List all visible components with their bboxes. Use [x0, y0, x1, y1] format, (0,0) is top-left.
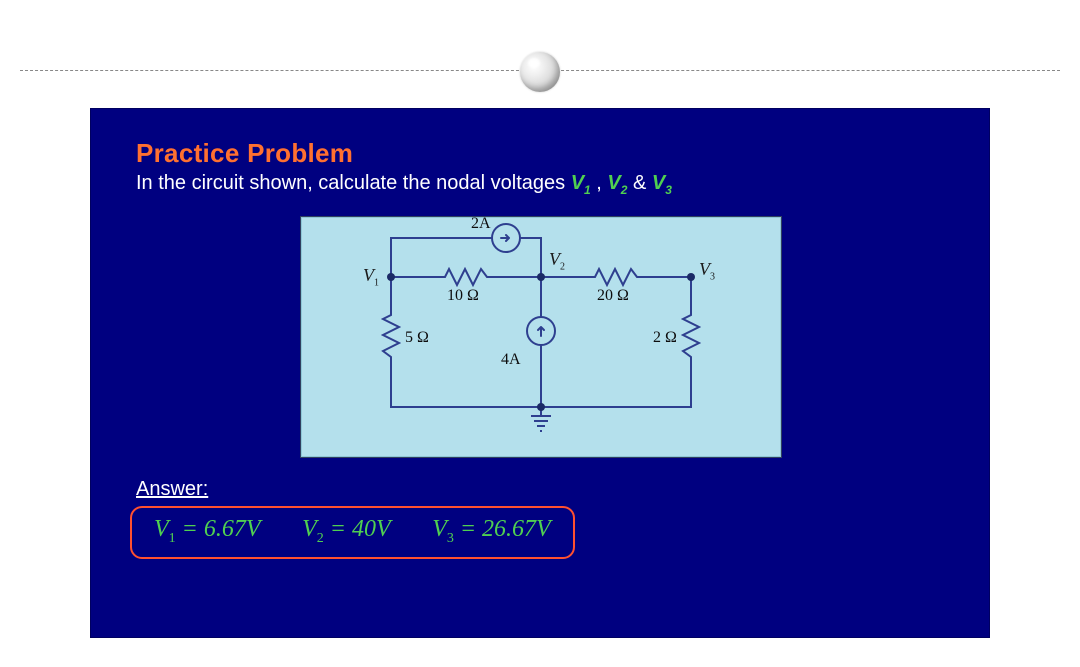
answer-heading: Answer:	[136, 478, 208, 501]
current-source-4a-icon	[526, 316, 556, 346]
prompt-v3: V	[652, 172, 665, 194]
resistor-5ohm-icon	[381, 309, 401, 368]
answer-v3: V3 = 26.67V	[432, 516, 551, 542]
resistor-2ohm-icon	[681, 309, 701, 368]
answer-box: V1 = 6.67V V2 = 40V V3 = 26.67V	[130, 506, 575, 559]
prompt-v1: V	[571, 172, 584, 194]
node-v3-label: V3	[699, 259, 715, 283]
slide-card: Practice Problem In the circuit shown, c…	[90, 108, 990, 638]
prompt-amp: &	[627, 172, 651, 194]
label-2ohm: 2 Ω	[653, 329, 677, 347]
label-20ohm: 20 Ω	[597, 287, 629, 305]
node-v3-dot	[687, 273, 695, 281]
label-4a: 4A	[501, 351, 521, 369]
prompt-v1-sub: 1	[584, 183, 591, 197]
prompt-sep1: ,	[591, 172, 608, 194]
node-v1-dot	[387, 273, 395, 281]
current-source-2a-icon	[491, 223, 521, 253]
decorative-sphere-icon	[520, 52, 560, 92]
answer-v1: V1 = 6.67V	[154, 516, 260, 542]
label-10ohm: 10 Ω	[447, 287, 479, 305]
answer-v2: V2 = 40V	[302, 516, 390, 542]
problem-statement: In the circuit shown, calculate the noda…	[136, 172, 672, 197]
node-v2-dot	[537, 273, 545, 281]
prompt-v3-sub: 3	[665, 183, 672, 197]
label-5ohm: 5 Ω	[405, 329, 429, 347]
label-2a: 2A	[471, 215, 491, 233]
node-ground-dot	[537, 403, 545, 411]
prompt-v2: V	[607, 172, 620, 194]
node-v2-label: V2	[549, 249, 565, 273]
node-v1-label: V1	[363, 265, 379, 289]
slide-title: Practice Problem	[136, 138, 353, 169]
circuit-diagram: 2A 10 Ω 20 Ω 5 Ω	[300, 216, 782, 458]
prompt-text: In the circuit shown, calculate the noda…	[136, 172, 571, 194]
ground-icon	[529, 408, 553, 439]
